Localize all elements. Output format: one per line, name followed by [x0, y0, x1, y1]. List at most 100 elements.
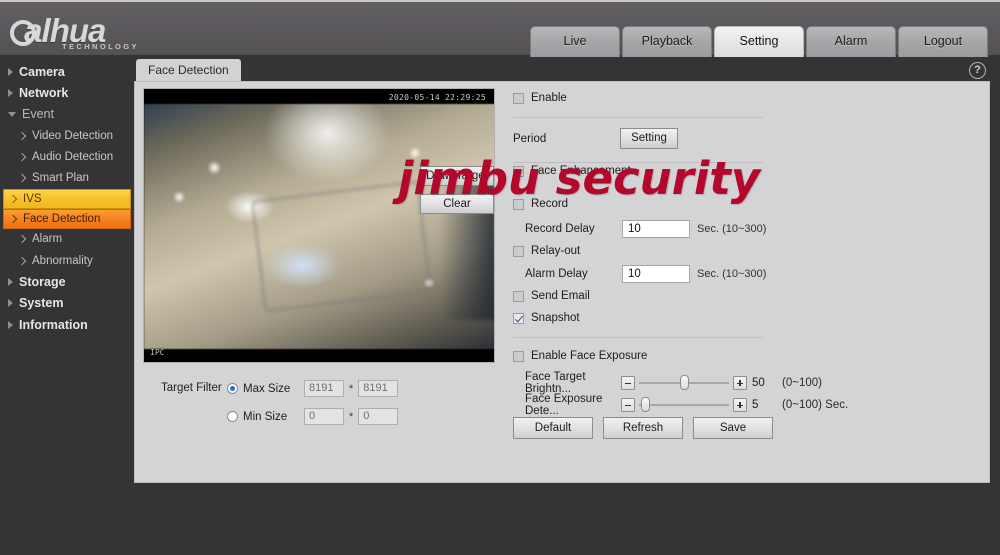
sidebar-item-label: Storage: [19, 275, 66, 290]
record-delay-label: Record Delay: [525, 223, 595, 235]
min-size-width-input[interactable]: 0: [304, 408, 344, 425]
face-detection-form: Enable Period Setting Face Enhancement R…: [507, 88, 977, 478]
record-checkbox[interactable]: [513, 198, 524, 210]
sidebar: Camera Network Event Video Detection Aud…: [0, 55, 134, 555]
topnav-tab-alarm[interactable]: Alarm: [806, 26, 896, 57]
divider-3: [513, 337, 763, 338]
period-setting-button[interactable]: Setting: [620, 128, 678, 149]
alarm-delay-label: Alarm Delay: [525, 268, 588, 280]
chevron-right-icon: [17, 173, 27, 183]
sidebar-item-system[interactable]: System: [0, 293, 134, 314]
face-exposure-detection-decrement-icon[interactable]: [621, 398, 635, 412]
chevron-right-icon: [8, 67, 13, 76]
sidebar-item-abnormality[interactable]: Abnormality: [0, 250, 134, 271]
sidebar-item-ivs[interactable]: IVS: [3, 188, 131, 209]
sidebar-item-label: Abnormality: [32, 254, 93, 267]
sidebar-item-video-detection[interactable]: Video Detection: [0, 125, 134, 146]
sidebar-item-alarm[interactable]: Alarm: [0, 229, 134, 250]
help-icon[interactable]: ?: [969, 62, 986, 79]
min-size-label: Min Size: [243, 410, 288, 423]
dahua-logo: alhua TECHNOLOGY: [10, 8, 220, 52]
divider-1: [513, 117, 763, 118]
snapshot-row: Snapshot: [513, 312, 580, 324]
max-size-width-input[interactable]: 8191: [304, 380, 344, 397]
send-email-label: Send Email: [531, 290, 590, 302]
enable-label: Enable: [531, 92, 567, 104]
chevron-right-icon: [8, 88, 13, 97]
sidebar-item-label: System: [19, 296, 64, 311]
chevron-right-icon: [17, 152, 27, 162]
period-row: Period Setting: [513, 128, 678, 149]
min-size-height-input[interactable]: 0: [358, 408, 399, 425]
alarm-delay-input[interactable]: 10: [622, 265, 690, 283]
enable-row: Enable: [513, 92, 567, 104]
video-frame: [144, 104, 494, 349]
max-size-radio[interactable]: [227, 383, 238, 394]
face-target-brightness-increment-icon[interactable]: [733, 376, 747, 390]
face-target-brightness-label: Face Target Brightn...: [525, 371, 586, 395]
enable-face-exposure-checkbox[interactable]: [513, 350, 524, 362]
face-exposure-detection-label: Face Exposure Dete...: [525, 393, 603, 417]
relay-out-row: Relay-out: [513, 245, 580, 257]
face-exposure-detection-increment-icon[interactable]: [733, 398, 747, 412]
form-action-buttons: Default Refresh Save: [513, 417, 773, 439]
face-exposure-detection-range: (0~100) Sec.: [782, 399, 849, 411]
face-enhancement-label: Face Enhancement: [531, 165, 631, 177]
sidebar-item-audio-detection[interactable]: Audio Detection: [0, 146, 134, 167]
chevron-right-icon: [17, 131, 27, 140]
alarm-delay-hint: Sec. (10~300): [697, 268, 767, 280]
chevron-right-icon: [17, 256, 27, 265]
face-exposure-detection-value: 5: [752, 399, 759, 411]
relay-out-checkbox[interactable]: [513, 245, 524, 257]
sidebar-item-label: Camera: [19, 64, 65, 79]
sidebar-item-label: Video Detection: [32, 129, 113, 142]
face-target-brightness-track[interactable]: [639, 375, 729, 390]
snapshot-checkbox[interactable]: [513, 312, 524, 324]
max-size-label: Max Size: [243, 382, 291, 395]
face-target-brightness-knob[interactable]: [680, 375, 690, 390]
sidebar-item-camera[interactable]: Camera: [0, 61, 134, 82]
topnav-tab-playback[interactable]: Playback: [622, 26, 712, 57]
video-osd-timestamp: 2020-05-14 22:29:25: [388, 93, 486, 102]
enable-face-exposure-label: Enable Face Exposure: [531, 350, 648, 362]
topnav-tab-logout[interactable]: Logout: [898, 26, 988, 57]
default-button[interactable]: Default: [513, 417, 593, 439]
min-size-row: Min Size 0 * 0: [227, 408, 399, 425]
alarm-delay-row: Alarm Delay 10 Sec. (10~300): [525, 265, 766, 283]
sidebar-item-event[interactable]: Event: [0, 104, 134, 125]
sidebar-item-storage[interactable]: Storage: [0, 271, 134, 292]
page-tabstrip: Face Detection ?: [134, 59, 1000, 81]
refresh-button[interactable]: Refresh: [603, 417, 683, 439]
logo-tagline: TECHNOLOGY: [62, 42, 139, 51]
sidebar-item-information[interactable]: Information: [0, 314, 134, 335]
tab-face-detection[interactable]: Face Detection: [136, 59, 241, 81]
sidebar-item-label: Alarm: [32, 233, 63, 246]
sidebar-item-face-detection[interactable]: Face Detection: [3, 208, 131, 229]
sidebar-item-label: Smart Plan: [32, 172, 89, 185]
sidebar-item-smart-plan[interactable]: Smart Plan: [0, 167, 134, 188]
face-target-brightness-row: Face Target Brightn... 50 (0~100): [525, 371, 822, 395]
face-exposure-detection-track[interactable]: [639, 397, 729, 412]
send-email-checkbox[interactable]: [513, 290, 524, 302]
record-delay-input[interactable]: 10: [622, 220, 690, 238]
chevron-right-icon: [8, 299, 13, 308]
record-row: Record: [513, 198, 568, 210]
enable-checkbox[interactable]: [513, 92, 524, 104]
face-target-brightness-decrement-icon[interactable]: [621, 376, 635, 390]
topnav-tab-live[interactable]: Live: [530, 26, 620, 57]
draw-target-button[interactable]: Draw Target: [420, 166, 494, 186]
min-size-radio[interactable]: [227, 411, 238, 422]
clear-button[interactable]: Clear: [420, 194, 494, 214]
sidebar-item-label: Information: [19, 317, 88, 332]
video-preview[interactable]: 2020-05-14 22:29:25 IPC: [143, 88, 495, 363]
face-enhancement-checkbox[interactable]: [513, 165, 524, 177]
app-root: alhua TECHNOLOGY Live Playback Setting A…: [0, 0, 1000, 555]
face-enhancement-row: Face Enhancement: [513, 165, 631, 177]
face-exposure-detection-knob[interactable]: [640, 397, 650, 412]
topnav-tab-setting[interactable]: Setting: [714, 26, 804, 57]
max-size-height-input[interactable]: 8191: [358, 380, 399, 397]
chevron-down-icon: [8, 111, 16, 117]
save-button[interactable]: Save: [693, 417, 773, 439]
sidebar-item-network[interactable]: Network: [0, 82, 134, 103]
sidebar-item-label: Audio Detection: [32, 150, 114, 163]
